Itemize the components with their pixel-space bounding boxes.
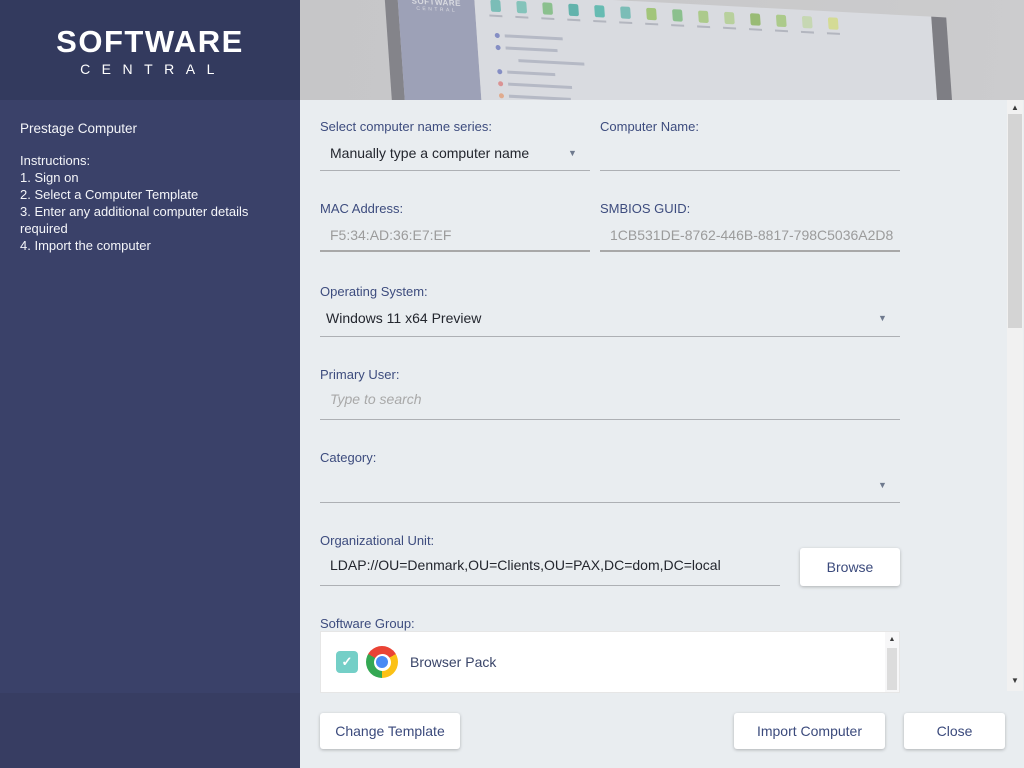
tablet-toolbar-icon: [722, 11, 737, 30]
chrome-icon: [366, 646, 398, 678]
operating-system-select[interactable]: Windows 11 x64 Preview: [326, 310, 481, 326]
hero-banner-image: SOFTWARE CENTRAL: [300, 0, 1024, 100]
tablet-toolbar-icon: [826, 17, 840, 35]
sidebar: SOFTWARE CENTRAL Prestage Computer Instr…: [0, 0, 300, 768]
tablet-toolbar-icon: [488, 0, 503, 18]
operating-system-underline: [320, 336, 900, 337]
page-scrollbar-thumb[interactable]: [1008, 114, 1022, 328]
tablet-screen: [473, 0, 954, 100]
checkbox-checked-icon[interactable]: ✓: [336, 651, 358, 673]
category-label: Category:: [320, 450, 377, 465]
instruction-line: 1. Sign on: [20, 170, 79, 185]
chevron-down-icon[interactable]: ▼: [568, 148, 577, 158]
tablet-toolbar-icon: [644, 7, 659, 26]
tablet-logo: SOFTWARE CENTRAL: [397, 0, 475, 15]
name-series-underline: [320, 170, 590, 171]
software-group-item-name: Browser Pack: [410, 654, 497, 670]
mac-address-underline: [320, 250, 590, 252]
organizational-unit-input[interactable]: [330, 557, 775, 573]
chevron-down-icon[interactable]: ▼: [878, 313, 887, 323]
import-computer-button[interactable]: Import Computer: [734, 713, 885, 749]
logo-header: SOFTWARE CENTRAL: [0, 0, 300, 100]
name-series-label: Select computer name series:: [320, 119, 492, 134]
tablet-frame-right: [931, 16, 969, 100]
page-scrollbar[interactable]: ▲ ▼: [1007, 100, 1023, 691]
smbios-guid-label: SMBIOS GUID:: [600, 201, 691, 216]
tablet-toolbar-icon: [540, 2, 555, 20]
organizational-unit-underline: [320, 585, 780, 586]
software-group-list[interactable]: ✓ Browser Pack ▲: [320, 631, 900, 693]
tablet-toolbar-icon: [774, 14, 789, 33]
instruction-line: Instructions:: [20, 153, 91, 168]
tablet-toolbar-icon: [748, 13, 763, 31]
scroll-up-icon[interactable]: ▲: [885, 632, 899, 643]
instructions-list: Instructions: 1. Sign on 2. Select a Compu…: [20, 152, 282, 254]
software-group-label: Software Group:: [320, 616, 415, 631]
list-item[interactable]: ✓ Browser Pack: [321, 632, 899, 692]
main-content: Select computer name series: Manually ty…: [300, 100, 1024, 768]
primary-user-input[interactable]: [330, 391, 890, 407]
computer-name-label: Computer Name:: [600, 119, 699, 134]
tablet-toolbar-icon: [696, 10, 711, 29]
organizational-unit-label: Organizational Unit:: [320, 533, 435, 548]
tablet-toolbar-icon: [566, 3, 581, 22]
tablet-toolbar-icon: [618, 6, 633, 25]
mac-address-label: MAC Address:: [320, 201, 404, 216]
change-template-button[interactable]: Change Template: [320, 713, 460, 749]
tablet-toolbar-icon: [514, 0, 529, 19]
smbios-guid-underline: [600, 250, 900, 252]
operating-system-label: Operating System:: [320, 284, 428, 299]
browse-button[interactable]: Browse: [800, 548, 900, 586]
sidebar-footer: [0, 693, 300, 768]
chevron-down-icon[interactable]: ▼: [878, 480, 887, 490]
page-title: Prestage Computer: [20, 121, 138, 136]
scroll-down-icon[interactable]: ▼: [1007, 676, 1023, 685]
logo-line1: SOFTWARE: [56, 24, 244, 59]
tablet-toolbar-icon: [670, 9, 685, 27]
instruction-line: 3. Enter any additional computer details…: [20, 204, 249, 236]
smbios-guid-value: 1CB531DE-8762-446B-8817-798C5036A2D8: [610, 227, 894, 243]
instruction-line: 2. Select a Computer Template: [20, 187, 199, 202]
primary-user-underline: [320, 419, 900, 420]
tablet-toolbar-icon: [800, 15, 815, 34]
tablet-photo: SOFTWARE CENTRAL: [384, 0, 980, 100]
logo-line2: CENTRAL: [80, 61, 226, 77]
name-series-select[interactable]: Manually type a computer name: [330, 145, 529, 161]
instruction-line: 4. Import the computer: [20, 238, 151, 253]
mac-address-value: F5:34:AD:36:E7:EF: [330, 227, 452, 243]
computer-name-underline: [600, 170, 900, 171]
sidebar-body: Prestage Computer Instructions: 1. Sign o…: [0, 100, 300, 693]
computer-name-input[interactable]: [600, 144, 900, 160]
list-scrollbar[interactable]: ▲: [885, 632, 899, 692]
list-scrollbar-thumb[interactable]: [887, 648, 897, 690]
scroll-up-icon[interactable]: ▲: [1007, 103, 1023, 112]
softwarecentral-logo: SOFTWARE CENTRAL: [0, 26, 300, 77]
tablet-toolbar-icon: [592, 4, 607, 23]
close-button[interactable]: Close: [904, 713, 1005, 749]
primary-user-label: Primary User:: [320, 367, 400, 382]
category-underline: [320, 502, 900, 503]
